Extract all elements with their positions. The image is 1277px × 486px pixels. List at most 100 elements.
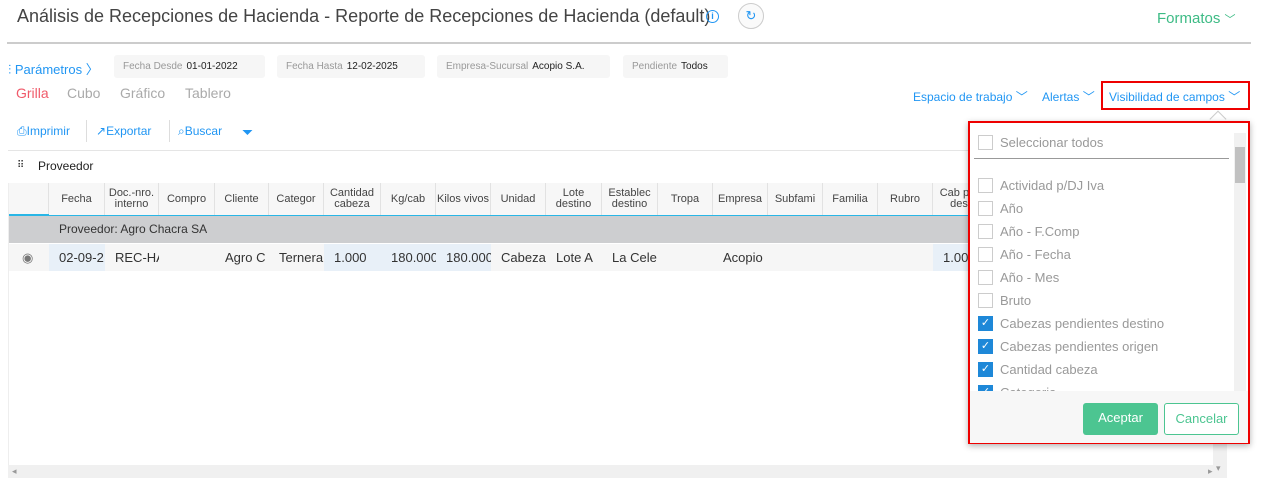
field-checkbox-item[interactable]: ✓ Cabezas pendientes origen bbox=[978, 339, 1158, 354]
chip-label: Pendiente bbox=[632, 61, 678, 72]
visibilidad-de-campos-menu[interactable]: Visibilidad de campos ﹀ bbox=[1109, 88, 1240, 105]
column-header[interactable]: Cantidad cabeza bbox=[324, 183, 381, 215]
tab-tablero[interactable]: Tablero bbox=[185, 85, 231, 101]
chip-pendiente[interactable]: Pendiente Todos bbox=[623, 55, 728, 78]
table-cell[interactable]: 180.000 bbox=[381, 244, 436, 271]
column-header[interactable]: Kilos vivos bbox=[436, 183, 491, 215]
field-checkbox-item[interactable]: Actividad p/DJ Iva bbox=[978, 178, 1104, 193]
formatos-dropdown[interactable]: Formatos ﹀ bbox=[1157, 10, 1236, 27]
table-cell[interactable] bbox=[823, 244, 878, 271]
column-header[interactable]: Categor bbox=[269, 183, 324, 215]
checkbox[interactable] bbox=[978, 135, 993, 150]
horizontal-scrollbar[interactable]: ◂ ▸ bbox=[8, 465, 1213, 478]
chip-fecha-desde[interactable]: Fecha Desde 01-01-2022 bbox=[114, 55, 265, 78]
parametros-label: Parámetros bbox=[14, 62, 83, 77]
table-cell[interactable] bbox=[159, 244, 215, 271]
select-all-checkbox[interactable]: Seleccionar todos bbox=[978, 135, 1103, 150]
column-header[interactable]: Doc.-nro. interno bbox=[105, 183, 159, 215]
column-header[interactable]: Lote destino bbox=[546, 183, 602, 215]
table-cell[interactable]: Acopio bbox=[713, 244, 768, 271]
eye-icon[interactable]: ◉ bbox=[9, 244, 49, 271]
column-header[interactable]: Familia bbox=[823, 183, 878, 215]
espacio-de-trabajo-menu[interactable]: Espacio de trabajo ﹀ bbox=[913, 88, 1028, 105]
tab-cubo[interactable]: Cubo bbox=[67, 85, 100, 101]
field-checkbox-item[interactable]: Bruto bbox=[978, 293, 1031, 308]
checkbox[interactable] bbox=[978, 224, 993, 239]
grouping-field[interactable]: Proveedor bbox=[38, 159, 93, 173]
column-header[interactable]: Rubro bbox=[878, 183, 933, 215]
checkbox[interactable] bbox=[978, 201, 993, 216]
info-icon[interactable]: i bbox=[706, 10, 719, 23]
search-icon: ⌕ bbox=[178, 124, 185, 138]
parametros-button[interactable]: ⫶ Parámetros 〉 bbox=[8, 59, 99, 78]
menu-label: Alertas bbox=[1042, 90, 1080, 104]
checkbox[interactable] bbox=[978, 178, 993, 193]
column-header[interactable]: Establec destino bbox=[602, 183, 658, 215]
imprimir-button[interactable]: ⎙Imprimir bbox=[17, 124, 70, 139]
buscar-label: Buscar bbox=[184, 124, 223, 138]
checkbox[interactable]: ✓ bbox=[978, 316, 993, 331]
field-label: Bruto bbox=[1000, 293, 1032, 308]
column-header[interactable]: Fecha bbox=[49, 183, 105, 215]
table-cell[interactable]: Ternera bbox=[269, 244, 324, 271]
divider bbox=[8, 150, 968, 151]
checkbox[interactable] bbox=[978, 293, 993, 308]
buscar-button[interactable]: ⌕Buscar bbox=[178, 124, 222, 139]
table-cell[interactable]: 180.000 bbox=[436, 244, 491, 271]
column-header[interactable]: Subfami bbox=[768, 183, 823, 215]
field-label: Cabezas pendientes origen bbox=[1000, 339, 1159, 354]
column-header[interactable]: Unidad bbox=[491, 183, 546, 215]
table-cell[interactable] bbox=[768, 244, 823, 271]
exportar-button[interactable]: ↗Exportar bbox=[96, 124, 151, 138]
field-checkbox-item[interactable]: Año - Fecha bbox=[978, 247, 1071, 262]
field-label: Año - F.Comp bbox=[1000, 224, 1080, 239]
table-cell[interactable]: La Cele bbox=[602, 244, 658, 271]
chip-value: 01-01-2022 bbox=[186, 61, 238, 72]
table-cell[interactable] bbox=[658, 244, 713, 271]
field-label: Año bbox=[1000, 201, 1024, 216]
aceptar-button[interactable]: Aceptar bbox=[1083, 403, 1158, 435]
table-cell[interactable]: Agro C bbox=[215, 244, 269, 271]
tab-grafico[interactable]: Gráfico bbox=[120, 85, 165, 101]
popup-footer: Aceptar Cancelar bbox=[970, 391, 1248, 443]
column-header[interactable]: Cliente bbox=[215, 183, 269, 215]
divider bbox=[974, 158, 1229, 159]
checkbox[interactable] bbox=[978, 270, 993, 285]
arrow-down-icon[interactable]: ▾ bbox=[1216, 463, 1221, 474]
field-checkbox-item[interactable]: Año - Mes bbox=[978, 270, 1059, 285]
checkbox[interactable]: ✓ bbox=[978, 362, 993, 377]
table-cell[interactable]: Lote A bbox=[546, 244, 602, 271]
scrollbar-thumb[interactable] bbox=[1235, 147, 1245, 183]
column-header[interactable]: Empresa bbox=[713, 183, 768, 215]
field-checkbox-item[interactable]: Año bbox=[978, 201, 1023, 216]
column-header[interactable]: Tropa bbox=[658, 183, 713, 215]
chip-fecha-hasta[interactable]: Fecha Hasta 12-02-2025 bbox=[277, 55, 425, 78]
table-cell[interactable]: Cabeza bbox=[491, 244, 546, 271]
popup-scrollbar[interactable] bbox=[1234, 133, 1246, 399]
chip-label: Fecha Hasta bbox=[286, 61, 343, 72]
field-checkbox-item[interactable]: ✓ Cabezas pendientes destino bbox=[978, 316, 1164, 331]
arrow-left-icon[interactable]: ◂ bbox=[12, 466, 17, 477]
checkbox[interactable] bbox=[978, 247, 993, 262]
chevron-down-icon: ﹀ bbox=[1015, 90, 1028, 104]
select-all-label: Seleccionar todos bbox=[1000, 135, 1104, 150]
filter-icon[interactable]: ⏷ bbox=[242, 124, 253, 141]
cancelar-button[interactable]: Cancelar bbox=[1164, 403, 1239, 435]
chip-label: Empresa-Sucursal bbox=[446, 61, 529, 72]
grid-icon[interactable]: ⠿ bbox=[17, 160, 24, 171]
table-cell[interactable]: 02-09-2 bbox=[49, 244, 105, 271]
chevron-down-icon: ﹀ bbox=[1224, 14, 1236, 26]
field-checkbox-item[interactable]: ✓ Cantidad cabeza bbox=[978, 362, 1098, 377]
table-cell[interactable] bbox=[878, 244, 933, 271]
chip-empresa-sucursal[interactable]: Empresa-Sucursal Acopio S.A. bbox=[437, 55, 610, 78]
refresh-button[interactable]: ↻ bbox=[738, 3, 764, 29]
field-checkbox-item[interactable]: Año - F.Comp bbox=[978, 224, 1079, 239]
alertas-menu[interactable]: Alertas ﹀ bbox=[1042, 88, 1095, 105]
arrow-right-icon[interactable]: ▸ bbox=[1208, 466, 1213, 477]
column-header[interactable]: Compro bbox=[159, 183, 215, 215]
table-cell[interactable]: 1.000 bbox=[324, 244, 381, 271]
table-cell[interactable]: REC-HA bbox=[105, 244, 159, 271]
checkbox[interactable]: ✓ bbox=[978, 339, 993, 354]
column-header[interactable]: Kg/cab bbox=[381, 183, 436, 215]
tab-grilla[interactable]: Grilla bbox=[16, 85, 49, 101]
